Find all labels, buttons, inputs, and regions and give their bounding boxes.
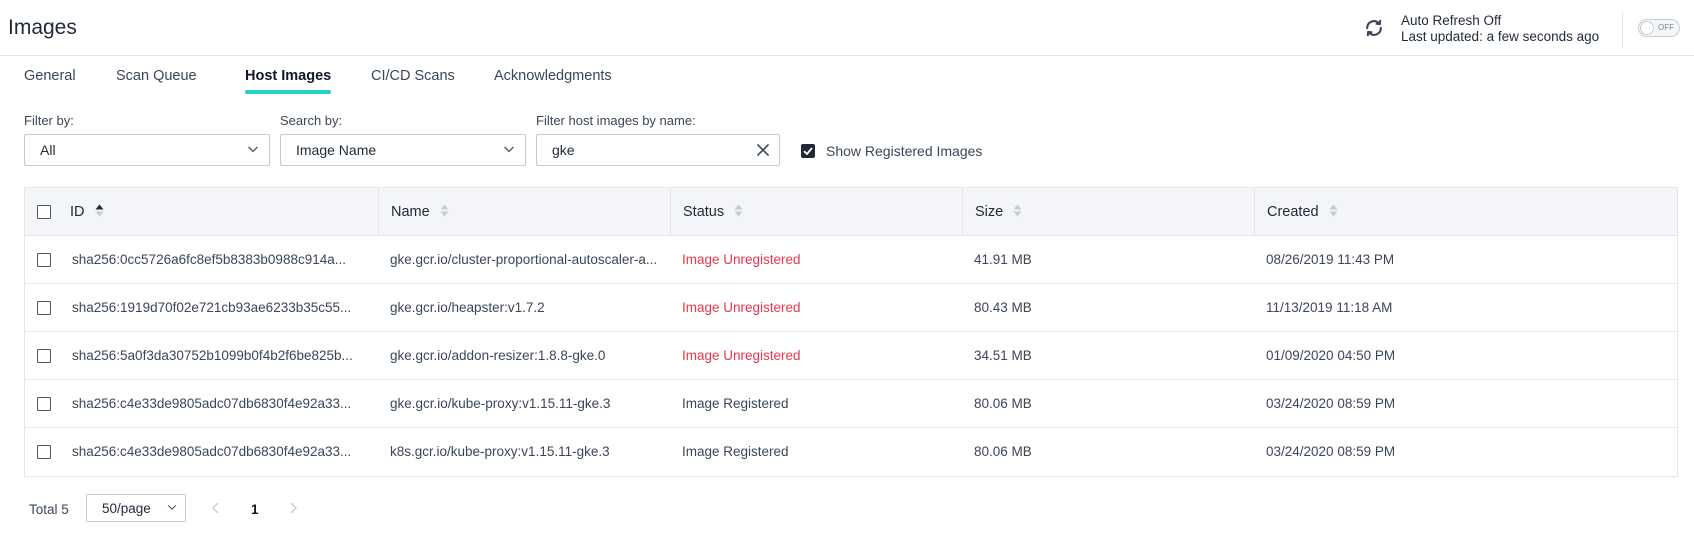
image-status-cell: Image Unregistered [682,252,801,267]
select-all-checkbox[interactable] [37,205,51,219]
page-header: Images Auto Refresh Off Last updated: a … [0,0,1694,56]
image-size-cell: 80.43 MB [974,300,1032,315]
image-id-cell: sha256:0cc5726a6fc8ef5b8383b0988c914a... [72,252,346,267]
sort-icon [1329,204,1338,217]
image-status-cell: Image Unregistered [682,348,801,363]
image-name-cell: gke.gcr.io/heapster:v1.7.2 [390,300,545,315]
image-id-cell: sha256:c4e33de9805adc07db6830f4e92a33... [72,396,352,411]
name-filter-label: Filter host images by name: [536,113,696,128]
image-name-cell: gke.gcr.io/addon-resizer:1.8.8-gke.0 [390,348,606,363]
image-status-cell: Image Registered [682,396,789,411]
column-header-id[interactable]: ID [58,188,378,236]
filter-by-select[interactable]: All [24,134,270,166]
image-created-cell: 01/09/2020 04:50 PM [1266,348,1396,363]
image-size-cell: 34.51 MB [974,348,1032,363]
toggle-knob [1640,21,1654,35]
column-header-label: Size [975,204,1004,220]
tab-scan-queue[interactable]: Scan Queue [116,68,197,84]
refresh-status: Auto Refresh Off Last updated: a few sec… [1401,13,1599,45]
sort-icon [440,204,449,217]
checkmark-icon [803,147,813,156]
column-header-label: Name [391,204,430,220]
image-created-cell: 11/13/2019 11:18 AM [1266,300,1393,315]
filter-by-value: All [40,142,56,158]
sort-icon [1013,204,1022,217]
show-registered-label: Show Registered Images [826,143,983,159]
image-name-cell: gke.gcr.io/kube-proxy:v1.15.11-gke.3 [390,396,611,411]
last-updated-label: Last updated: a few seconds ago [1401,29,1600,44]
column-header-label: Status [683,204,725,220]
image-size-cell: 80.06 MB [974,444,1032,459]
row-checkbox[interactable] [37,397,51,411]
auto-refresh-toggle[interactable]: OFF [1638,19,1680,37]
chevron-down-icon [248,146,258,153]
table-row[interactable]: sha256:c4e33de9805adc07db6830f4e92a33...… [25,380,1677,428]
chevron-left-icon[interactable] [210,501,222,515]
table-row[interactable]: sha256:5a0f3da30752b1099b0f4b2f6be825b..… [25,332,1677,380]
column-header-status[interactable]: Status [670,188,962,236]
page-size-select[interactable]: 50/page [86,494,186,522]
tab-cicd-scans[interactable]: CI/CD Scans [371,68,455,84]
chevron-down-icon [167,504,177,510]
sort-icon [734,204,743,217]
tab-general[interactable]: General [24,68,76,84]
tab-host-images[interactable]: Host Images [245,68,331,84]
column-header-created[interactable]: Created [1254,188,1678,236]
column-header-label: Created [1267,204,1319,220]
active-tab-indicator [245,90,331,94]
row-checkbox[interactable] [37,301,51,315]
sort-ascending-icon [95,204,104,217]
image-size-cell: 80.06 MB [974,396,1032,411]
toggle-state-label: OFF [1658,23,1674,32]
search-by-label: Search by: [280,113,343,128]
image-id-cell: sha256:1919d70f02e721cb93ae6233b35c55... [72,300,352,315]
chevron-right-icon[interactable] [287,501,299,515]
refresh-icon[interactable] [1363,17,1385,39]
filter-by-label: Filter by: [24,113,74,128]
auto-refresh-label: Auto Refresh Off [1401,13,1502,28]
column-header-label: ID [70,204,85,220]
clear-icon[interactable] [756,143,770,157]
image-size-cell: 41.91 MB [974,252,1032,267]
image-name-cell: gke.gcr.io/cluster-proportional-autoscal… [390,252,658,267]
column-header-size[interactable]: Size [962,188,1254,236]
name-filter-value: gke [552,142,575,158]
total-count: Total 5 [29,502,69,517]
page-title: Images [8,16,77,39]
image-created-cell: 03/24/2020 08:59 PM [1266,444,1396,459]
image-status-cell: Image Registered [682,444,789,459]
table-row[interactable]: sha256:c4e33de9805adc07db6830f4e92a33...… [25,428,1677,476]
tab-acknowledgments[interactable]: Acknowledgments [494,68,612,84]
page-number-current[interactable]: 1 [251,502,259,517]
host-images-table: ID Name Status Size Created sha256:0cc57… [24,187,1678,477]
row-checkbox[interactable] [37,349,51,363]
show-registered-checkbox[interactable] [801,144,815,158]
row-checkbox[interactable] [37,253,51,267]
image-id-cell: sha256:5a0f3da30752b1099b0f4b2f6be825b..… [72,348,353,363]
name-filter-input[interactable]: gke [536,134,780,166]
table-row[interactable]: sha256:0cc5726a6fc8ef5b8383b0988c914a...… [25,236,1677,284]
header-divider [1622,12,1623,48]
search-by-select[interactable]: Image Name [280,134,526,166]
image-name-cell: k8s.gcr.io/kube-proxy:v1.15.11-gke.3 [390,444,610,459]
table-row[interactable]: sha256:1919d70f02e721cb93ae6233b35c55...… [25,284,1677,332]
search-by-value: Image Name [296,142,377,158]
row-checkbox[interactable] [37,445,51,459]
image-id-cell: sha256:c4e33de9805adc07db6830f4e92a33... [72,444,352,459]
image-status-cell: Image Unregistered [682,300,801,315]
chevron-down-icon [504,146,514,153]
table-header: ID Name Status Size Created [25,188,1677,236]
page-size-value: 50/page [102,501,151,516]
image-created-cell: 08/26/2019 11:43 PM [1266,252,1395,267]
image-created-cell: 03/24/2020 08:59 PM [1266,396,1396,411]
column-header-name[interactable]: Name [378,188,670,236]
